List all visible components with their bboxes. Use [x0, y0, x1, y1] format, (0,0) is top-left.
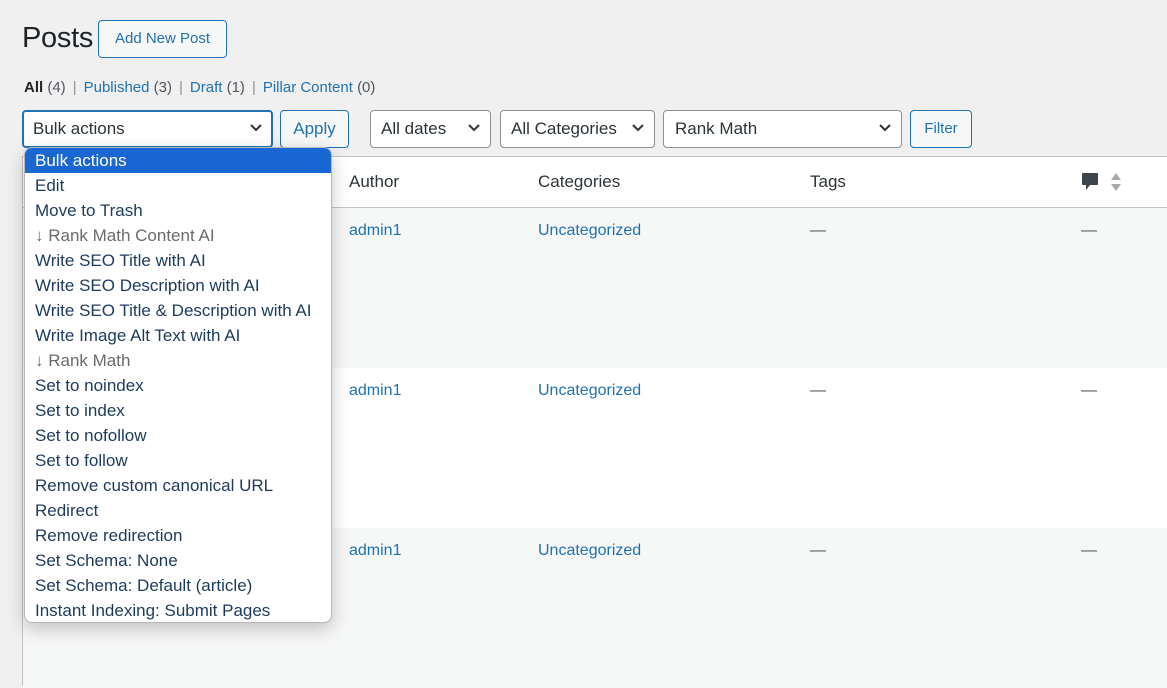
row-comments: —	[1081, 542, 1097, 559]
dropdown-option[interactable]: Bulk actions	[25, 148, 331, 173]
view-published-count: (3)	[153, 79, 172, 96]
dates-filter-value: All dates	[381, 119, 447, 138]
dropdown-group-label: ↓ Rank Math	[35, 351, 131, 370]
post-status-views: All (4) | Published (3) | Draft (1) | Pillar C…	[24, 78, 375, 98]
view-pillar-content[interactable]: Pillar Content	[263, 79, 353, 96]
dropdown-option[interactable]: Move to Trash	[25, 198, 331, 223]
column-author[interactable]: Author	[349, 172, 399, 192]
column-tags: Tags	[810, 172, 846, 191]
view-draft-count: (1)	[226, 79, 245, 96]
categories-filter-value: All Categories	[511, 119, 617, 138]
bulk-actions-dropdown: Bulk actions Edit Move to Trash ↓ Rank Math…	[24, 147, 332, 623]
view-published-label: Published	[83, 79, 150, 96]
view-all[interactable]: All (4)	[24, 79, 66, 96]
dropdown-option[interactable]: Set to nofollow	[25, 423, 331, 448]
dropdown-option[interactable]: Edit	[25, 173, 331, 198]
comment-icon[interactable]	[1081, 172, 1099, 192]
dropdown-option[interactable]: Write SEO Title with AI	[25, 248, 331, 273]
row-comments: —	[1081, 222, 1097, 239]
row-category[interactable]: Uncategorized	[538, 542, 641, 560]
dropdown-option[interactable]: Set Schema: Default (article)	[25, 573, 331, 598]
dropdown-option[interactable]: Set to noindex	[25, 373, 331, 398]
dropdown-option[interactable]: Set to index	[25, 398, 331, 423]
view-published[interactable]: Published	[84, 79, 150, 96]
dropdown-option[interactable]: Instant Indexing: Submit Pages	[25, 598, 331, 622]
bulk-actions-select[interactable]: Bulk actions	[22, 110, 273, 148]
view-all-label: All	[24, 79, 44, 96]
categories-filter-select[interactable]: All Categories	[500, 110, 655, 148]
dropdown-option[interactable]: Remove custom canonical URL	[25, 473, 331, 498]
page-title: Posts	[22, 22, 94, 54]
dropdown-option[interactable]: Write SEO Description with AI	[25, 273, 331, 298]
row-author[interactable]: admin1	[349, 222, 401, 240]
chevron-down-icon	[468, 124, 480, 132]
chevron-down-icon	[632, 124, 644, 132]
row-author[interactable]: admin1	[349, 382, 401, 400]
separator: |	[179, 79, 183, 96]
apply-button[interactable]: Apply	[280, 110, 349, 148]
dropdown-option[interactable]: Redirect	[25, 498, 331, 523]
add-new-post-button[interactable]: Add New Post	[98, 20, 227, 58]
dropdown-option[interactable]: Write Image Alt Text with AI	[25, 323, 331, 348]
view-pillar-content-count: (0)	[357, 79, 376, 96]
row-tags: —	[810, 382, 826, 399]
view-draft[interactable]: Draft	[190, 79, 223, 96]
dropdown-option[interactable]: Remove redirection	[25, 523, 331, 548]
filter-button[interactable]: Filter	[910, 110, 972, 148]
row-tags: —	[810, 222, 826, 239]
dropdown-option[interactable]: Set Schema: None	[25, 548, 331, 573]
chevron-down-icon	[879, 124, 891, 132]
dropdown-group-label: ↓ Rank Math Content AI	[35, 226, 215, 245]
row-author[interactable]: admin1	[349, 542, 401, 560]
column-categories[interactable]: Categories	[538, 172, 620, 192]
dates-filter-select[interactable]: All dates	[370, 110, 491, 148]
row-category[interactable]: Uncategorized	[538, 222, 641, 240]
row-comments: —	[1081, 382, 1097, 399]
row-category[interactable]: Uncategorized	[538, 382, 641, 400]
bulk-actions-value: Bulk actions	[33, 119, 125, 138]
view-draft-label: Draft	[189, 79, 223, 96]
sort-arrows-icon[interactable]	[1110, 172, 1122, 192]
separator: |	[72, 79, 77, 96]
view-all-count: (4)	[47, 79, 66, 96]
separator: |	[251, 79, 256, 96]
dropdown-option[interactable]: Write SEO Title & Description with AI	[25, 298, 331, 323]
dropdown-option[interactable]: Set to follow	[25, 448, 331, 473]
chevron-down-icon	[250, 124, 262, 132]
rank-math-filter-select[interactable]: Rank Math	[663, 110, 902, 148]
rank-math-filter-value: Rank Math	[675, 119, 758, 138]
row-tags: —	[810, 542, 826, 559]
view-pillar-content-label: Pillar Content	[262, 79, 353, 96]
